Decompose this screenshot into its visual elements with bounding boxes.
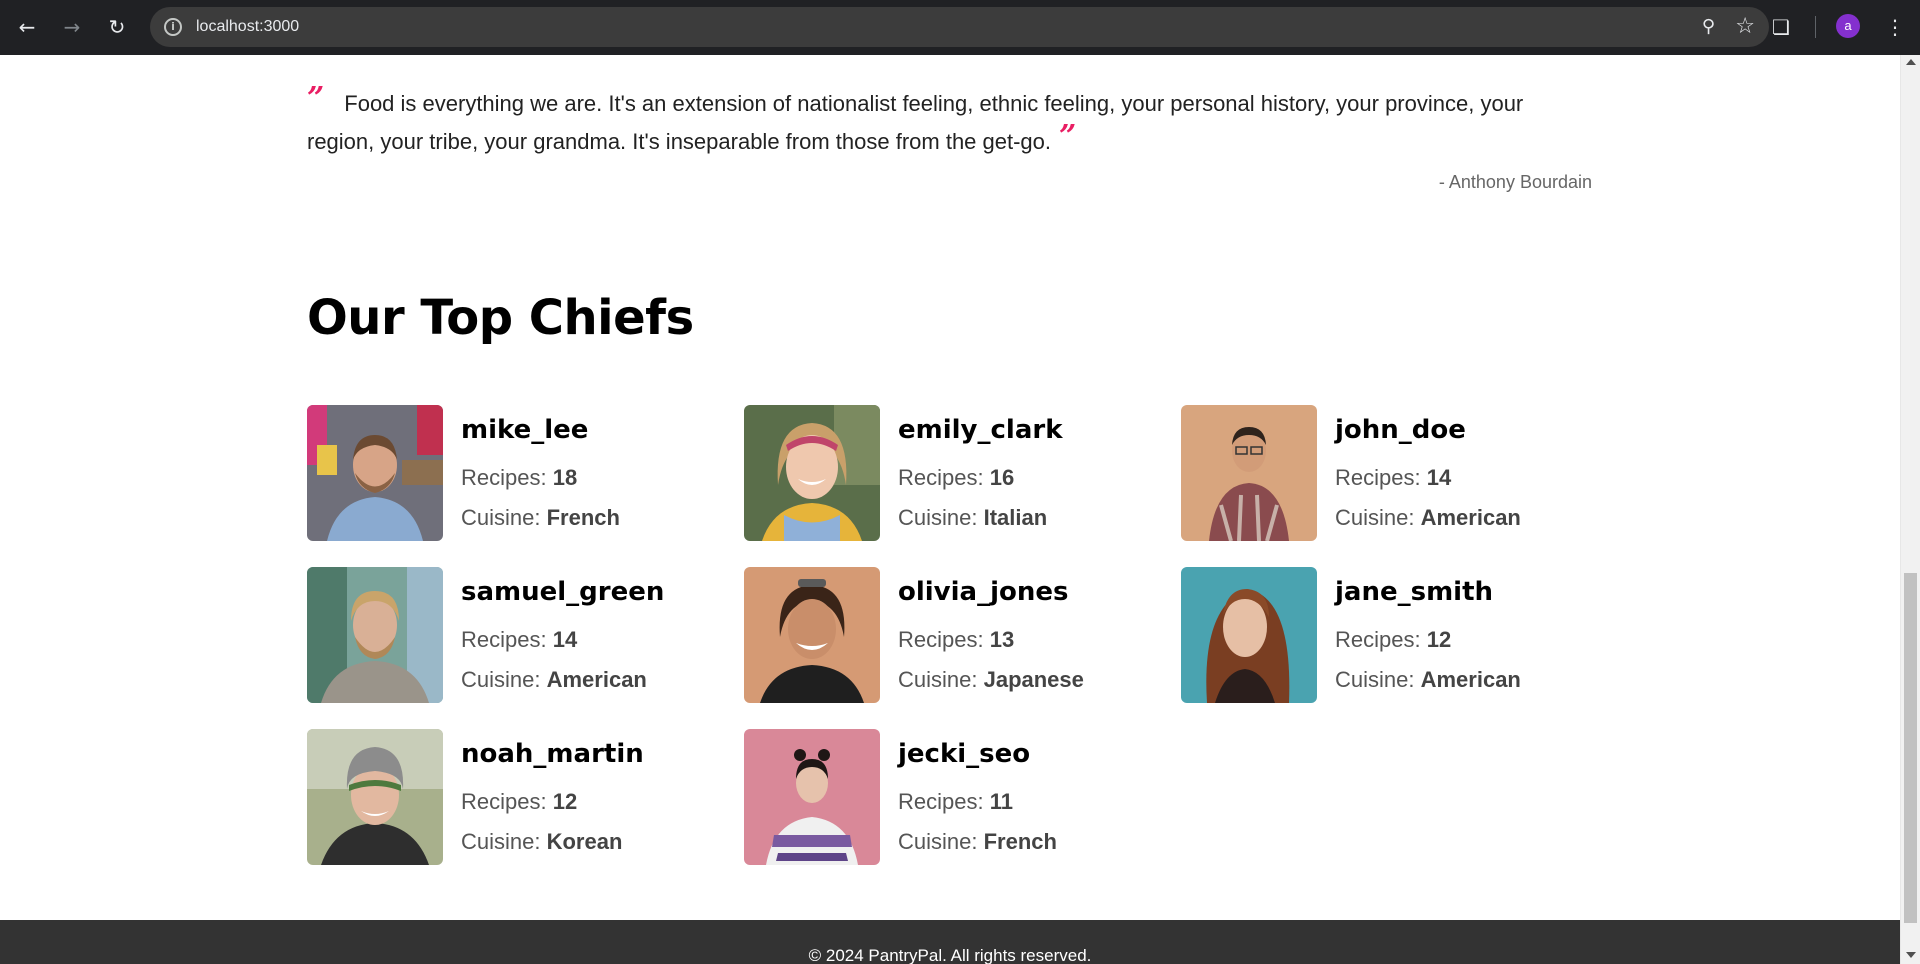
chef-avatar[interactable] <box>307 729 443 865</box>
profile-avatar[interactable]: a <box>1836 14 1860 38</box>
cuisine-label: Cuisine: <box>461 829 547 854</box>
chef-avatar[interactable] <box>1181 567 1317 703</box>
recipes-count: 12 <box>1426 627 1452 652</box>
cuisine-value: American <box>1420 667 1521 692</box>
recipes-count: 14 <box>1426 465 1452 490</box>
cuisine-value: American <box>546 667 647 692</box>
chef-recipes: Recipes: 12 <box>461 789 577 815</box>
chef-name[interactable]: john_doe <box>1335 415 1466 445</box>
quote-open-mark: ” <box>307 81 325 116</box>
info-icon[interactable]: i <box>164 18 182 36</box>
quote-text: Food is everything we are. It's an exten… <box>307 91 1524 154</box>
quote-block: ” Food is everything we are. It's an exte… <box>307 84 1592 161</box>
recipes-label: Recipes: <box>461 465 553 490</box>
cuisine-label: Cuisine: <box>461 667 547 692</box>
recipes-label: Recipes: <box>461 789 553 814</box>
cuisine-value: French <box>983 829 1057 854</box>
recipes-count: 16 <box>989 465 1015 490</box>
chef-avatar[interactable] <box>307 405 443 541</box>
chef-recipes: Recipes: 16 <box>898 465 1014 491</box>
chef-avatar[interactable] <box>307 567 443 703</box>
chef-cuisine: Cuisine: French <box>461 505 620 531</box>
cuisine-value: Korean <box>546 829 623 854</box>
page-scrollbar[interactable] <box>1900 55 1920 964</box>
chef-card[interactable]: noah_martin Recipes: 12 Cuisine: Korean <box>307 729 727 865</box>
forward-icon[interactable]: → <box>57 12 87 42</box>
chef-name[interactable]: mike_lee <box>461 415 588 445</box>
scrollbar-thumb[interactable] <box>1904 573 1917 923</box>
chef-card[interactable]: emily_clark Recipes: 16 Cuisine: Italian <box>744 405 1164 541</box>
scroll-down-icon[interactable] <box>1906 952 1916 958</box>
cuisine-label: Cuisine: <box>898 667 984 692</box>
chef-avatar[interactable] <box>1181 405 1317 541</box>
page-content: ” Food is everything we are. It's an exte… <box>0 55 1900 964</box>
chef-avatar[interactable] <box>744 729 880 865</box>
recipes-label: Recipes: <box>898 789 990 814</box>
kebab-menu-icon[interactable]: ⋮ <box>1880 12 1910 42</box>
chef-card[interactable]: olivia_jones Recipes: 13 Cuisine: Japane… <box>744 567 1164 703</box>
chef-card[interactable]: mike_lee Recipes: 18 Cuisine: French <box>307 405 727 541</box>
chef-cuisine: Cuisine: Korean <box>461 829 622 855</box>
chef-name[interactable]: olivia_jones <box>898 577 1069 607</box>
chef-recipes: Recipes: 14 <box>1335 465 1451 491</box>
chef-card[interactable]: john_doe Recipes: 14 Cuisine: American <box>1181 405 1601 541</box>
cuisine-label: Cuisine: <box>1335 505 1421 530</box>
chef-card[interactable]: samuel_green Recipes: 14 Cuisine: Americ… <box>307 567 727 703</box>
recipes-label: Recipes: <box>898 465 990 490</box>
chef-recipes: Recipes: 12 <box>1335 627 1451 653</box>
cuisine-value: Japanese <box>983 667 1084 692</box>
chef-name[interactable]: emily_clark <box>898 415 1062 445</box>
recipes-label: Recipes: <box>1335 627 1427 652</box>
zoom-icon[interactable]: ⚲ <box>1702 16 1715 37</box>
chef-cuisine: Cuisine: American <box>461 667 647 693</box>
quote-author: - Anthony Bourdain <box>1438 172 1592 192</box>
chef-cuisine: Cuisine: French <box>898 829 1057 855</box>
recipes-label: Recipes: <box>898 627 990 652</box>
url-text[interactable]: localhost:3000 <box>196 7 299 47</box>
chef-card[interactable]: jane_smith Recipes: 12 Cuisine: American <box>1181 567 1601 703</box>
scroll-up-icon[interactable] <box>1906 59 1916 65</box>
chef-cuisine: Cuisine: American <box>1335 505 1521 531</box>
chef-card[interactable]: jecki_seo Recipes: 11 Cuisine: French <box>744 729 1164 865</box>
cuisine-label: Cuisine: <box>461 505 547 530</box>
address-bar[interactable]: i localhost:3000 ⚲ ☆ <box>150 7 1769 47</box>
chef-recipes: Recipes: 18 <box>461 465 577 491</box>
recipes-count: 12 <box>552 789 578 814</box>
cuisine-value: American <box>1420 505 1521 530</box>
chef-name[interactable]: jecki_seo <box>898 739 1030 769</box>
cuisine-value: Italian <box>983 505 1048 530</box>
cuisine-value: French <box>546 505 620 530</box>
chef-recipes: Recipes: 11 <box>898 789 1013 815</box>
recipes-count: 18 <box>552 465 578 490</box>
site-footer: © 2024 PantryPal. All rights reserved. <box>0 920 1900 964</box>
reload-icon[interactable]: ↻ <box>102 12 132 42</box>
recipes-label: Recipes: <box>1335 465 1427 490</box>
back-icon[interactable]: ← <box>12 12 42 42</box>
star-icon[interactable]: ☆ <box>1735 14 1755 39</box>
chef-name[interactable]: noah_martin <box>461 739 644 769</box>
chef-cuisine: Cuisine: American <box>1335 667 1521 693</box>
cuisine-label: Cuisine: <box>898 829 984 854</box>
chef-cuisine: Cuisine: Italian <box>898 505 1047 531</box>
chef-avatar[interactable] <box>744 405 880 541</box>
chef-name[interactable]: jane_smith <box>1335 577 1493 607</box>
chef-recipes: Recipes: 13 <box>898 627 1014 653</box>
recipes-label: Recipes: <box>461 627 553 652</box>
chef-recipes: Recipes: 14 <box>461 627 577 653</box>
chef-cuisine: Cuisine: Japanese <box>898 667 1084 693</box>
browser-toolbar: ← → ↻ i localhost:3000 ⚲ ☆ ❏ a ⋮ <box>0 0 1920 55</box>
chef-name[interactable]: samuel_green <box>461 577 664 607</box>
cuisine-label: Cuisine: <box>898 505 984 530</box>
quote-close-mark: ” <box>1059 119 1077 154</box>
recipes-count: 13 <box>989 627 1015 652</box>
recipes-count: 11 <box>989 789 1013 814</box>
extensions-icon[interactable]: ❏ <box>1766 12 1796 42</box>
chef-avatar[interactable] <box>744 567 880 703</box>
recipes-count: 14 <box>552 627 578 652</box>
toolbar-divider <box>1815 16 1816 38</box>
section-title: Our Top Chiefs <box>307 290 694 346</box>
footer-copyright: © 2024 PantryPal. All rights reserved. <box>808 946 1092 964</box>
cuisine-label: Cuisine: <box>1335 667 1421 692</box>
